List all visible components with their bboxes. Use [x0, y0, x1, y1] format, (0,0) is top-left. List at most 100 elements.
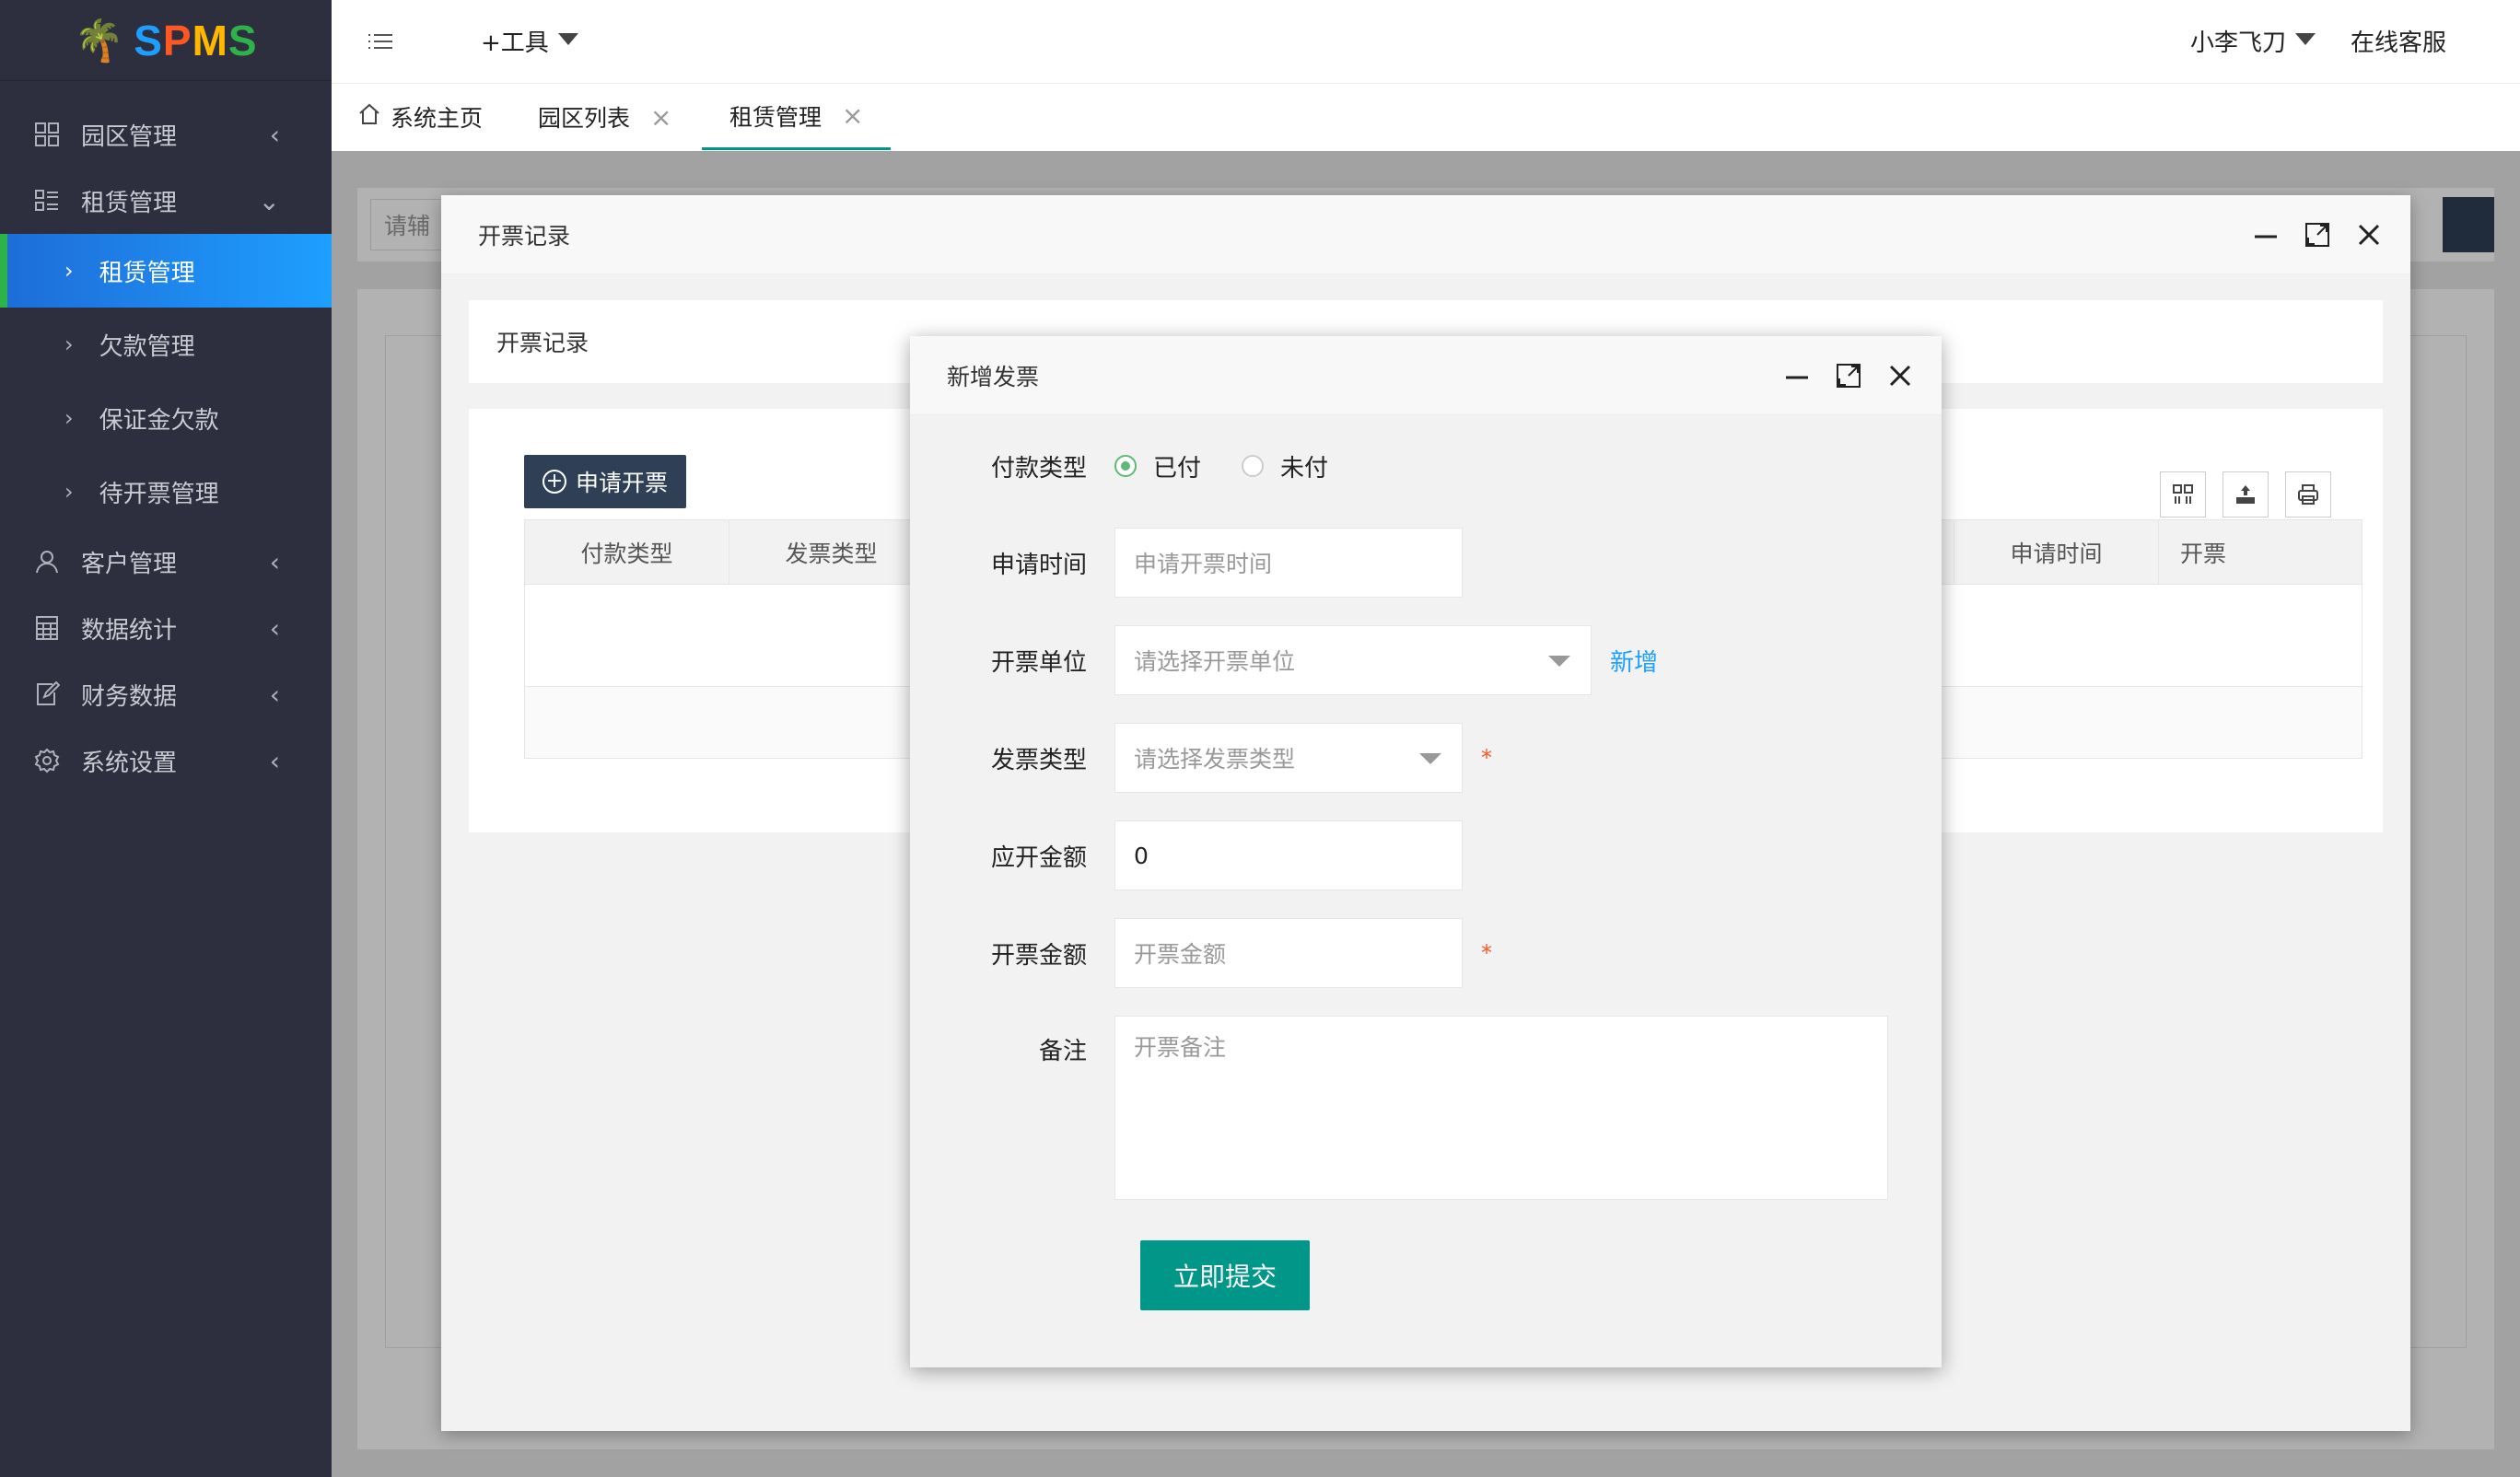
button-label: 申请开票 [576, 470, 669, 496]
sidebar-item-label: 数据统计 [81, 616, 178, 645]
logo[interactable]: 🌴 SPMS [0, 0, 332, 81]
close-icon[interactable] [1886, 362, 1914, 390]
maximize-icon[interactable] [1835, 362, 1862, 390]
export-icon[interactable] [2222, 471, 2269, 518]
radio-unpaid[interactable]: 未付 [1242, 449, 1328, 483]
dialog-title: 开票记录 [478, 222, 571, 250]
chevron-down-icon: ⌄ [258, 185, 280, 216]
invoice-type-select[interactable]: 请选择发票类型 [1114, 723, 1463, 793]
field-label: 备注 [1038, 1038, 1087, 1065]
chevron-right-icon: › [64, 479, 74, 505]
tab-park-list[interactable]: 园区列表 × [538, 84, 671, 150]
tab-label: 租赁管理 [729, 103, 822, 131]
list-icon [33, 187, 61, 215]
chevron-left-icon: ‹ [269, 119, 280, 150]
required-mark: * [1481, 745, 1492, 771]
home-icon [357, 102, 381, 132]
grid-icon [33, 121, 61, 148]
invoice-amount-row: 开票金额 开票金额 * [910, 918, 1942, 988]
remark-textarea[interactable]: 开票备注 [1114, 1016, 1888, 1200]
chevron-right-icon: › [64, 405, 74, 431]
field-label: 发票类型 [990, 746, 1087, 774]
sidebar-item-customer[interactable]: 客户管理 ‹ [0, 529, 332, 595]
columns-filter-icon[interactable] [2160, 471, 2206, 518]
dialog-title: 新增发票 [947, 363, 1040, 390]
print-icon[interactable] [2285, 471, 2331, 518]
chevron-left-icon: ‹ [269, 546, 280, 577]
sidebar-subitem-arrears[interactable]: › 欠款管理 [0, 308, 332, 381]
tools-menu[interactable]: +工具 [481, 24, 578, 58]
maximize-icon[interactable] [2304, 221, 2331, 249]
submit-button[interactable]: 立即提交 [1140, 1240, 1310, 1310]
tab-lease-management[interactable]: 租赁管理 × [702, 84, 892, 150]
remark-row: 备注 开票备注 [910, 1016, 1942, 1200]
radio-label: 未付 [1280, 454, 1329, 483]
close-icon[interactable]: × [842, 100, 863, 131]
chevron-left-icon: ‹ [269, 745, 280, 776]
sidebar-item-park[interactable]: 园区管理 ‹ [0, 101, 332, 168]
sidebar-subitem-deposit-arrears[interactable]: › 保证金欠款 [0, 381, 332, 455]
sidebar-item-label: 客户管理 [81, 550, 178, 578]
chevron-left-icon: ‹ [269, 679, 280, 710]
column-header[interactable]: 付款类型 [525, 520, 729, 584]
tab-label: 园区列表 [538, 105, 631, 132]
sidebar-item-label: 园区管理 [81, 122, 178, 151]
select-placeholder: 请选择开票单位 [1134, 648, 1296, 675]
minimize-icon[interactable] [2252, 221, 2280, 249]
logo-text: SPMS [134, 16, 258, 64]
invoice-amount-input[interactable]: 开票金额 [1114, 918, 1463, 988]
apply-time-input[interactable]: 申请开票时间 [1114, 528, 1463, 598]
sidebar-item-label: 待开票管理 [99, 480, 219, 508]
sidebar-nav: 园区管理 ‹ 租赁管理 ⌄ › 租赁管理 › 欠款管理 › 保证金欠款 › 待开… [0, 101, 332, 794]
user-name: 小李飞刀 [2189, 29, 2286, 57]
top-header: +工具 小李飞刀 在线客服 [332, 0, 2520, 83]
sidebar: 🌴 SPMS 园区管理 ‹ 租赁管理 ⌄ › 租赁管理 › 欠款管理 › 保证金… [0, 0, 332, 1477]
field-label: 申请时间 [990, 551, 1087, 579]
tools-label: +工具 [481, 29, 549, 57]
sidebar-subitem-lease-management[interactable]: › 租赁管理 [0, 234, 332, 308]
radio-paid[interactable]: 已付 [1114, 449, 1201, 483]
close-icon[interactable] [2355, 221, 2383, 249]
due-amount-input[interactable]: 0 [1114, 820, 1463, 890]
column-header[interactable]: 发票类型 [729, 520, 934, 584]
caret-down-icon [1548, 656, 1570, 667]
edit-document-icon [33, 680, 61, 708]
tab-bar: 系统主页 园区列表 × 租赁管理 × [332, 83, 2520, 151]
chevron-left-icon: ‹ [269, 612, 280, 644]
field-label: 开票单位 [990, 648, 1087, 677]
sidebar-item-statistics[interactable]: 数据统计 ‹ [0, 595, 332, 661]
caret-down-icon [557, 33, 578, 45]
close-icon[interactable]: × [650, 102, 671, 133]
invoice-type-row: 发票类型 请选择发票类型 * [910, 723, 1942, 793]
online-service-link[interactable]: 在线客服 [2351, 24, 2446, 58]
due-amount-row: 应开金额 0 [910, 820, 1942, 890]
minimize-icon[interactable] [1783, 362, 1811, 390]
add-invoice-unit-link[interactable]: 新增 [1610, 644, 1658, 678]
invoice-unit-row: 开票单位 请选择开票单位 新增 [910, 625, 1942, 695]
field-label: 付款类型 [990, 454, 1087, 483]
plus-circle-icon: + [542, 470, 566, 494]
dialog-title-bar: 新增发票 [910, 336, 1942, 415]
field-label: 应开金额 [990, 843, 1087, 872]
invoice-unit-select[interactable]: 请选择开票单位 [1114, 625, 1592, 695]
required-mark: * [1481, 940, 1492, 966]
user-menu[interactable]: 小李飞刀 [2190, 24, 2316, 58]
sidebar-item-settings[interactable]: 系统设置 ‹ [0, 727, 332, 794]
column-header[interactable]: 申请时间 [1954, 520, 2159, 584]
field-label: 开票金额 [990, 941, 1087, 970]
apply-invoice-button[interactable]: + 申请开票 [524, 455, 687, 508]
sidebar-item-label: 租赁管理 [99, 259, 195, 287]
tab-home[interactable]: 系统主页 [357, 84, 483, 150]
sidebar-item-label: 欠款管理 [99, 332, 195, 361]
sidebar-item-label: 保证金欠款 [99, 406, 219, 435]
invoice-form: 付款类型 已付 未付 申请时间 申请开票时间 开票单位 请选择开票单位 新增 发… [910, 415, 1942, 1367]
sidebar-item-lease[interactable]: 租赁管理 ⌄ [0, 168, 332, 234]
sidebar-item-finance[interactable]: 财务数据 ‹ [0, 661, 332, 727]
radio-unchecked-icon [1242, 455, 1265, 477]
radio-label: 已付 [1153, 454, 1202, 483]
new-invoice-dialog: 新增发票 付款类型 已付 未付 申请时间 申请开票时间 开票单位 请选择开票单位… [910, 336, 1942, 1367]
column-header[interactable]: 开票 [2159, 520, 2247, 584]
menu-toggle-icon[interactable] [367, 28, 394, 55]
sidebar-subitem-pending-invoice[interactable]: › 待开票管理 [0, 455, 332, 529]
tab-label: 系统主页 [391, 105, 484, 132]
